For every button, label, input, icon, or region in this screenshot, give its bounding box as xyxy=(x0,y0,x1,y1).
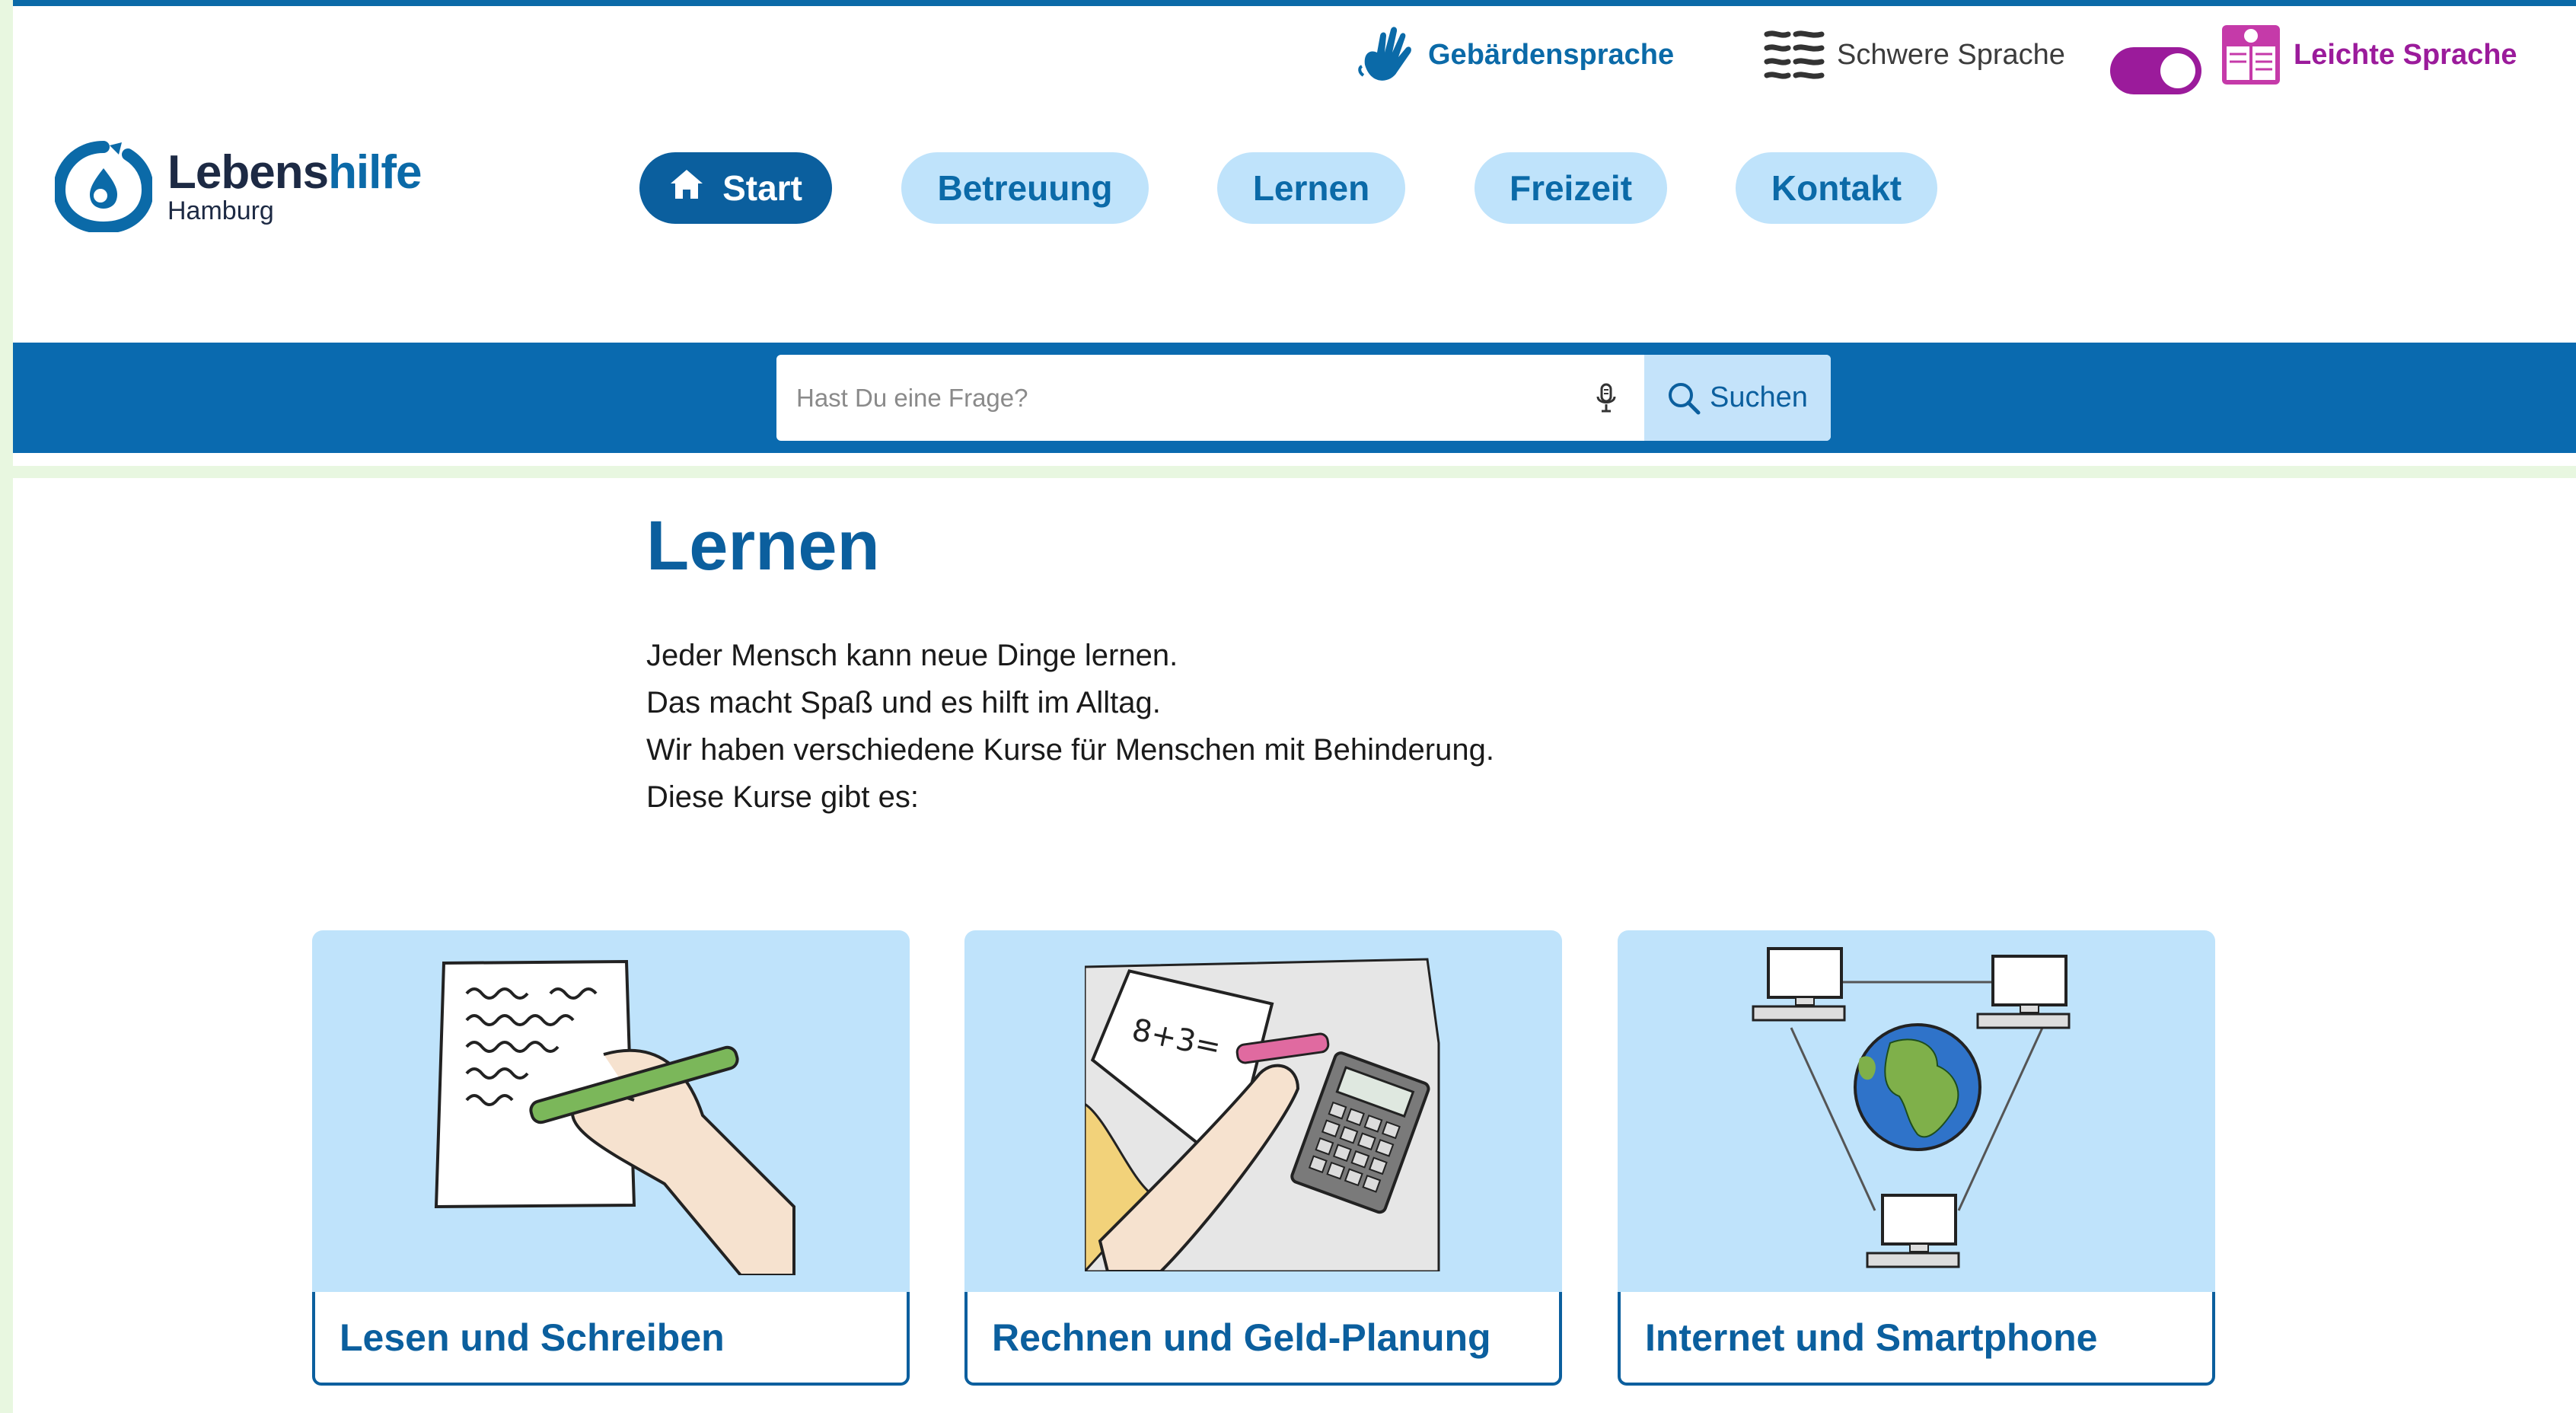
schwere-sprache-label: Schwere Sprache xyxy=(1837,38,2065,71)
text-lines-icon xyxy=(1764,24,1825,85)
sign-language-hand-icon xyxy=(1355,24,1416,85)
course-card-lesen-schreiben[interactable]: Lesen und Schreiben xyxy=(312,930,910,1386)
nav-freizeit[interactable]: Freizeit xyxy=(1475,152,1667,224)
search-icon xyxy=(1669,382,1701,414)
page-title: Lernen xyxy=(646,507,880,585)
course-card-label: Internet und Smartphone xyxy=(1618,1292,2215,1386)
intro-line: Wir haben verschiedene Kurse für Mensche… xyxy=(646,733,1494,767)
sign-language-label: Gebärdensprache xyxy=(1428,38,1675,71)
intro-line: Diese Kurse gibt es: xyxy=(646,780,919,814)
page: Gebärdensprache Schwere Sprache Leichte … xyxy=(13,0,2576,1413)
language-toggle[interactable] xyxy=(2110,47,2201,94)
intro-line: Jeder Mensch kann neue Dinge lernen. xyxy=(646,639,1178,672)
course-card-label: Rechnen und Geld-Planung xyxy=(964,1292,1562,1386)
nav-betreuung[interactable]: Betreuung xyxy=(901,152,1149,224)
search-button-label: Suchen xyxy=(1710,381,1808,413)
nav-betreuung-label: Betreuung xyxy=(937,168,1113,208)
search-button[interactable]: Suchen xyxy=(1644,355,1831,441)
globe-network-icon xyxy=(1618,930,2215,1292)
language-bar: Gebärdensprache Schwere Sprache Leichte … xyxy=(13,17,2576,94)
sign-language-link[interactable]: Gebärdensprache xyxy=(1355,17,1674,93)
section-divider xyxy=(13,466,2576,478)
leichte-sprache-label: Leichte Sprache xyxy=(2294,38,2517,71)
nav-lernen[interactable]: Lernen xyxy=(1217,152,1405,224)
calculator-math-icon: 8+3= xyxy=(964,930,1562,1292)
nav-kontakt[interactable]: Kontakt xyxy=(1736,152,1937,224)
microphone-icon[interactable] xyxy=(1568,355,1644,441)
schwere-sprache-link[interactable]: Schwere Sprache xyxy=(1764,17,2065,93)
search-input[interactable] xyxy=(776,355,1568,441)
intro-line: Das macht Spaß und es hilft im Alltag. xyxy=(646,686,1161,719)
top-accent-line xyxy=(13,0,2576,6)
course-card-internet-smartphone[interactable]: Internet und Smartphone xyxy=(1618,930,2215,1386)
logo-wordmark: Lebenshilfe xyxy=(167,146,422,199)
toggle-knob xyxy=(2160,53,2195,88)
lebenshilfe-logo-icon xyxy=(55,141,152,232)
logo-text: Lebenshilfe Hamburg xyxy=(167,146,422,225)
nav-kontakt-label: Kontakt xyxy=(1771,168,1902,208)
leichte-sprache-link[interactable]: Leichte Sprache xyxy=(2221,17,2517,93)
writing-hand-icon xyxy=(312,930,910,1292)
search-band: Suchen xyxy=(13,343,2576,453)
nav-start-label: Start xyxy=(722,168,802,208)
nav-start[interactable]: Start xyxy=(639,152,832,224)
nav-freizeit-label: Freizeit xyxy=(1509,168,1633,208)
logo-subtitle: Hamburg xyxy=(167,196,274,225)
search-box: Suchen xyxy=(776,355,1831,441)
course-card-rechnen-geld[interactable]: 8+3= Rechnen und Geld-Planung xyxy=(964,930,1562,1386)
site-logo[interactable]: Lebenshilfe Hamburg xyxy=(55,141,422,232)
course-card-label: Lesen und Schreiben xyxy=(312,1292,910,1386)
intro-text: Jeder Mensch kann neue Dinge lernen. Das… xyxy=(646,632,1494,821)
nav-lernen-label: Lernen xyxy=(1252,168,1370,208)
easy-reading-book-icon xyxy=(2221,24,2281,85)
home-icon xyxy=(669,167,704,209)
